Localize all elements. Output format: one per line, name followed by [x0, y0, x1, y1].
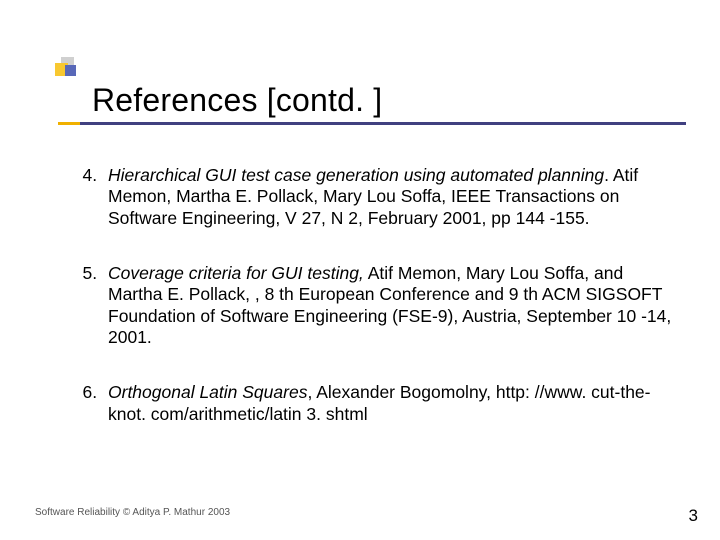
title-underline: [58, 122, 686, 125]
square-icon: [65, 65, 76, 76]
reference-item: Hierarchical GUI test case generation us…: [102, 165, 674, 229]
reference-item: Orthogonal Latin Squares, Alexander Bogo…: [102, 382, 674, 425]
corner-ornament: [44, 50, 80, 86]
reference-title: Hierarchical GUI test case generation us…: [108, 165, 604, 185]
page-title: References [contd. ]: [92, 82, 720, 119]
reference-title: Coverage criteria for GUI testing,: [108, 263, 364, 283]
slide: References [contd. ] Hierarchical GUI te…: [0, 0, 720, 540]
footer-text: Software Reliability © Aditya P. Mathur …: [35, 507, 230, 518]
reference-item: Coverage criteria for GUI testing, Atif …: [102, 263, 674, 348]
body-content: Hierarchical GUI test case generation us…: [58, 165, 674, 459]
references-list: Hierarchical GUI test case generation us…: [58, 165, 674, 425]
title-underline-accent: [58, 122, 80, 125]
reference-title: Orthogonal Latin Squares: [108, 382, 307, 402]
page-number: 3: [689, 506, 698, 526]
title-area: References [contd. ]: [0, 82, 720, 119]
